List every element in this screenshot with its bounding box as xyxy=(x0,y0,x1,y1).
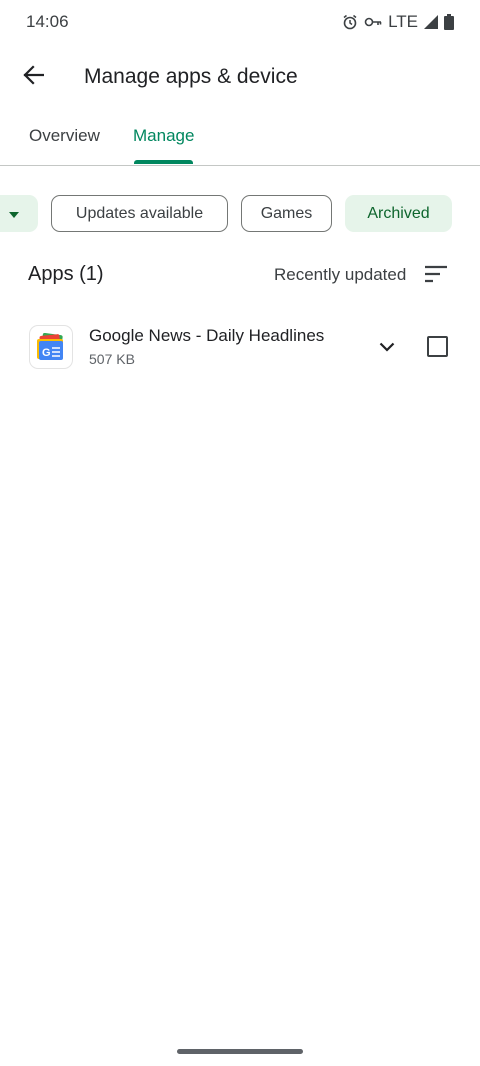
filter-dropdown-chip[interactable] xyxy=(0,195,38,232)
signal-icon xyxy=(424,15,438,29)
gesture-nav-handle[interactable] xyxy=(177,1049,303,1054)
arrow-back-icon xyxy=(22,64,45,91)
alarm-icon xyxy=(342,14,358,30)
sort-icon[interactable] xyxy=(424,265,448,288)
back-button[interactable] xyxy=(6,50,60,104)
status-icons: LTE xyxy=(342,12,454,32)
select-checkbox[interactable] xyxy=(427,336,448,357)
app-size: 507 KB xyxy=(89,351,135,367)
tab-overview[interactable]: Overview xyxy=(29,126,100,146)
list-header: Apps (1) Recently updated xyxy=(0,258,480,292)
network-type-label: LTE xyxy=(388,12,418,31)
expand-button[interactable] xyxy=(370,331,404,365)
sort-label[interactable]: Recently updated xyxy=(274,265,406,285)
google-news-icon: G xyxy=(30,326,72,368)
tab-bar: Overview Manage xyxy=(0,112,480,166)
tab-manage[interactable]: Manage xyxy=(133,126,194,146)
apps-count-heading: Apps (1) xyxy=(28,263,104,285)
app-bar: Manage apps & device xyxy=(0,50,480,104)
chevron-down-icon xyxy=(379,339,395,357)
chip-games[interactable]: Games xyxy=(241,195,332,232)
svg-text:G: G xyxy=(42,347,51,359)
status-time: 14:06 xyxy=(26,12,69,31)
vpn-key-icon xyxy=(364,16,382,28)
page-title: Manage apps & device xyxy=(84,65,298,88)
chip-updates-available[interactable]: Updates available xyxy=(51,195,228,232)
battery-icon xyxy=(444,14,454,30)
chip-archived[interactable]: Archived xyxy=(345,195,452,232)
tab-indicator xyxy=(134,160,193,164)
filter-chip-row: Updates available Games Archived xyxy=(0,195,480,233)
caret-down-icon xyxy=(9,205,19,223)
screen: 14:06 LTE Manage apps & device Overview … xyxy=(0,0,480,1066)
status-bar: 14:06 LTE xyxy=(0,0,480,44)
list-item[interactable]: G Google News - Daily Headlines 507 KB xyxy=(0,318,480,380)
app-name: Google News - Daily Headlines xyxy=(89,326,325,345)
